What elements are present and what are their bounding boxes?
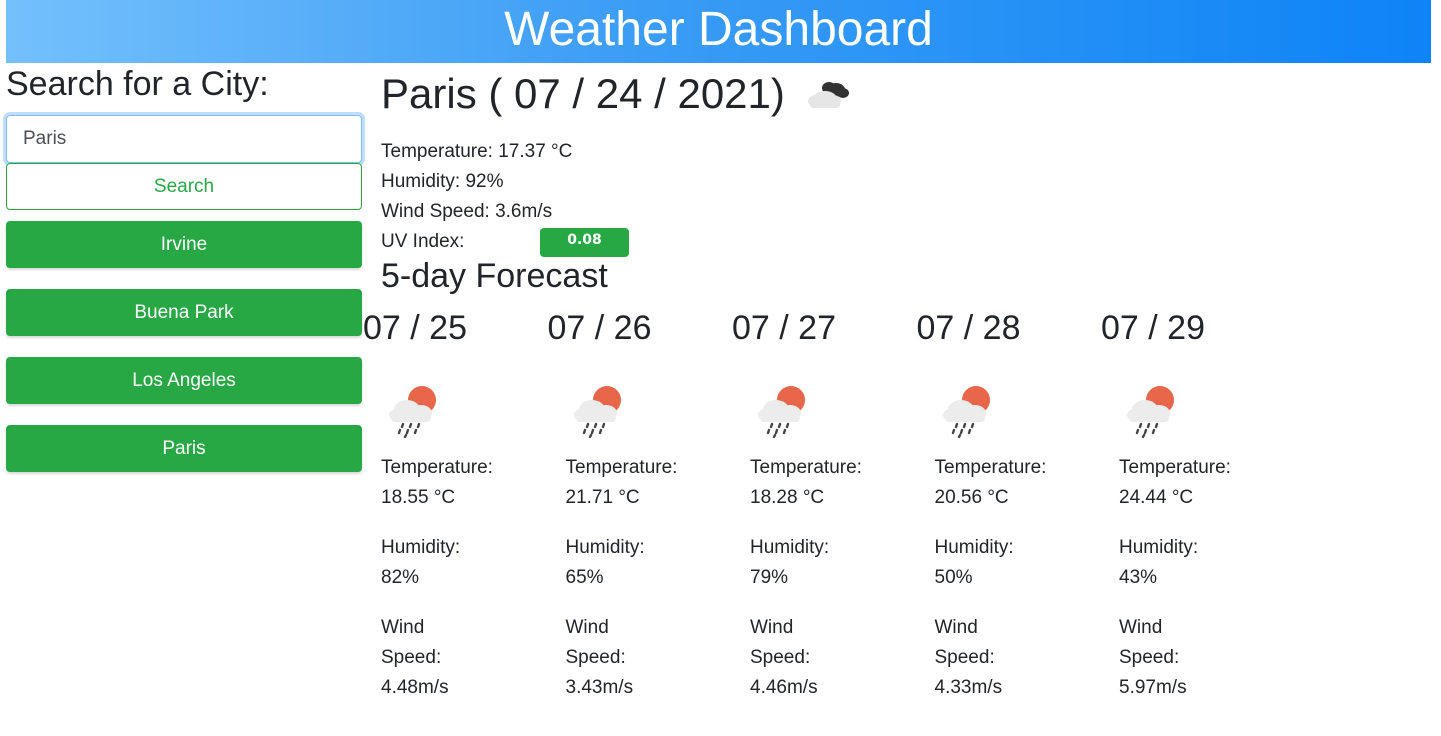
forecast-wind-speed: 4.48m/s <box>381 677 449 698</box>
forecast-card: 07 / 28 Temperature: 20.56 °C Humidity: 50%… <box>917 308 1119 703</box>
current-city-date: Paris ( 07 / 24 / 2021) <box>381 70 785 117</box>
forecast-date: 07 / 28 <box>916 309 1021 347</box>
page-header: Weather Dashboard <box>6 0 1431 63</box>
forecast-wind-label: Speed: <box>750 647 811 668</box>
forecast-wind-label: Wind <box>934 617 978 638</box>
forecast-humidity: 43% <box>1119 567 1158 588</box>
forecast-temperature: 20.56 °C <box>934 487 1009 508</box>
forecast-humidity-label: Humidity: <box>381 537 461 558</box>
forecast-wind-label: Speed: <box>381 647 442 668</box>
search-button[interactable]: Search <box>6 163 362 210</box>
rain-sun-icon <box>385 382 565 442</box>
forecast-wind-speed: 3.43m/s <box>565 677 634 698</box>
history-city-button[interactable]: Irvine <box>6 221 362 268</box>
forecast-humidity-label: Humidity: <box>1119 537 1199 558</box>
city-search-input[interactable] <box>6 115 362 163</box>
forecast-wind-label: Speed: <box>1119 647 1180 668</box>
rain-sun-icon <box>939 382 1119 442</box>
history-city-button[interactable]: Paris <box>6 425 362 472</box>
search-heading: Search for a City: <box>6 65 269 103</box>
current-wind-speed: Wind Speed: 3.6m/s <box>381 201 553 222</box>
forecast-humidity-label: Humidity: <box>750 537 830 558</box>
forecast-humidity: 50% <box>934 567 973 588</box>
rain-sun-icon <box>754 382 934 442</box>
current-city-title: Paris ( 07 / 24 / 2021) <box>381 67 851 121</box>
forecast-humidity-label: Humidity: <box>934 537 1014 558</box>
uv-index-label: UV Index: <box>381 231 465 252</box>
forecast-temperature: 18.55 °C <box>381 487 456 508</box>
uv-index-row: UV Index: 0.08 <box>381 227 851 257</box>
current-temperature: Temperature: 17.37 °C <box>381 141 573 162</box>
forecast-card: 07 / 29 Temperature: 24.44 °C Humidity: 43%… <box>1101 308 1303 703</box>
sidebar: Search for a City: Search Irvine Buena P… <box>6 63 362 472</box>
forecast-card: 07 / 25 Temperature: 18.55 °C Humidity: 82%… <box>363 308 565 703</box>
forecast-temperature: 24.44 °C <box>1119 487 1194 508</box>
rain-sun-icon <box>570 382 750 442</box>
forecast-temperature: 18.28 °C <box>750 487 825 508</box>
uv-index-badge: 0.08 <box>540 227 629 257</box>
forecast-humidity: 82% <box>381 567 420 588</box>
cloudy-icon <box>807 82 849 108</box>
forecast-date: 07 / 27 <box>732 309 836 347</box>
current-weather: Paris ( 07 / 24 / 2021) Temperature: 17.… <box>381 63 851 257</box>
forecast-wind-label: Wind <box>565 617 609 638</box>
rain-sun-icon <box>1123 382 1303 442</box>
forecast-date: 07 / 29 <box>1101 309 1205 347</box>
forecast-temperature-label: Temperature: <box>381 457 493 478</box>
forecast-wind-label: Wind <box>750 617 794 638</box>
forecast-card: 07 / 26 Temperature: 21.71 °C Humidity: 65%… <box>548 308 750 703</box>
history-city-button[interactable]: Los Angeles <box>6 357 362 404</box>
forecast-wind-speed: 4.46m/s <box>750 677 818 698</box>
forecast-humidity: 65% <box>565 567 604 588</box>
forecast-wind-speed: 4.33m/s <box>934 677 1003 698</box>
forecast-wind-label: Speed: <box>565 647 626 668</box>
history-city-button[interactable]: Buena Park <box>6 289 362 336</box>
forecast-title: 5-day Forecast <box>381 257 608 295</box>
forecast-wind-label: Wind <box>1119 617 1163 638</box>
forecast-wind-speed: 5.97m/s <box>1119 677 1187 698</box>
forecast-wind-label: Speed: <box>934 647 995 668</box>
forecast-temperature-label: Temperature: <box>565 457 678 478</box>
forecast-temperature-label: Temperature: <box>934 457 1047 478</box>
forecast-wind-label: Wind <box>381 617 425 638</box>
forecast-temperature: 21.71 °C <box>565 487 640 508</box>
forecast-humidity-label: Humidity: <box>565 537 645 558</box>
forecast-temperature-label: Temperature: <box>750 457 862 478</box>
forecast-humidity: 79% <box>750 567 789 588</box>
page-title: Weather Dashboard <box>504 3 933 56</box>
forecast-card: 07 / 27 Temperature: 18.28 °C Humidity: 79%… <box>732 308 934 703</box>
forecast-temperature-label: Temperature: <box>1119 457 1231 478</box>
forecast-date: 07 / 25 <box>363 309 467 347</box>
forecast-date: 07 / 26 <box>547 309 652 347</box>
current-humidity: Humidity: 92% <box>381 171 504 192</box>
